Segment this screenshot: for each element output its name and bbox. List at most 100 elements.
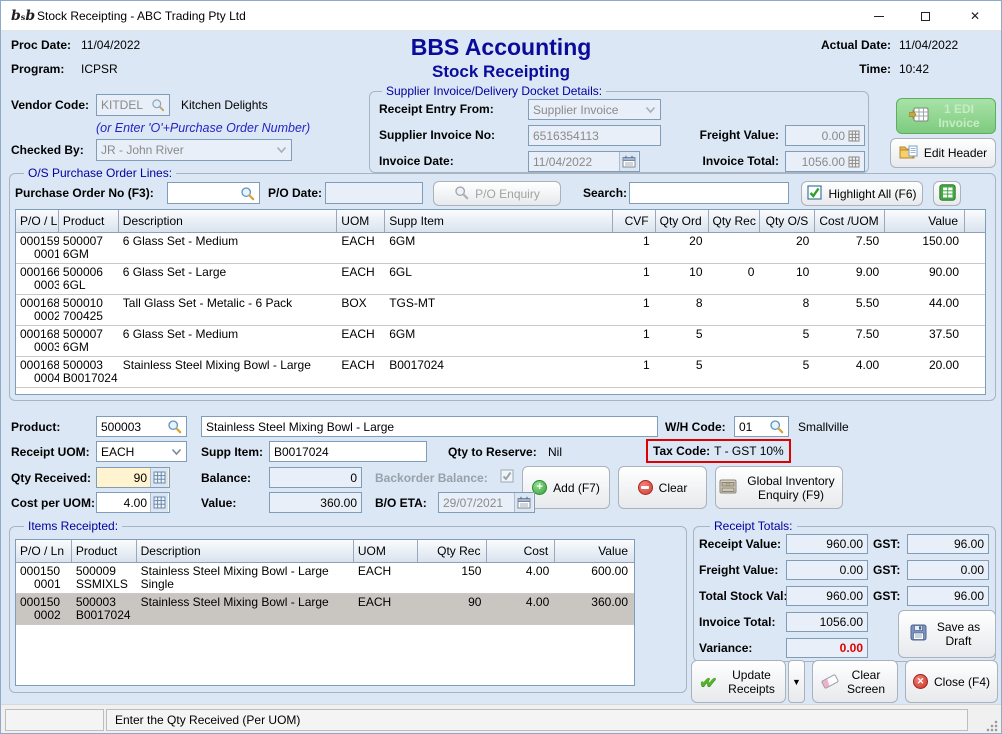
invoice-total-input[interactable]: 1056.00 — [785, 151, 865, 172]
status-message: Enter the Qty Received (Per UOM) — [115, 713, 300, 727]
col-po-ln[interactable]: P/O / Ln — [16, 210, 59, 232]
items-receipted-table: P/O / Ln Product Description UOM Qty Rec… — [15, 539, 635, 686]
col-qty-rec[interactable]: Qty Rec — [709, 210, 761, 232]
search-input[interactable] — [629, 182, 789, 204]
qty-to-reserve-value: Nil — [548, 445, 562, 459]
receipt-entry-from-select[interactable]: Supplier Invoice — [528, 99, 661, 120]
add-button[interactable]: + Add (F7) — [522, 466, 610, 509]
col-po-ln[interactable]: P/O / Ln — [16, 540, 72, 562]
col-value[interactable]: Value — [885, 210, 965, 232]
calculator-icon[interactable] — [150, 493, 168, 512]
invoice-total-field: 1056.00 — [786, 612, 868, 632]
col-uom[interactable]: UOM — [337, 210, 385, 232]
col-product[interactable]: Product — [59, 210, 119, 232]
receipt-value-label: Receipt Value: — [699, 537, 781, 551]
minimize-button[interactable] — [856, 1, 902, 31]
calendar-icon[interactable] — [514, 493, 533, 512]
search-icon[interactable] — [151, 98, 165, 112]
supp-item-input[interactable]: B0017024 — [269, 441, 427, 462]
chevron-down-icon — [171, 445, 182, 459]
export-excel-button[interactable] — [933, 181, 961, 206]
po-lines-table-header: P/O / Ln Product Description UOM Supp It… — [16, 210, 985, 233]
calculator-icon[interactable] — [848, 156, 860, 168]
product-input[interactable]: 500003 — [96, 416, 187, 437]
status-segment-left — [5, 709, 104, 731]
checked-by-label: Checked By: — [11, 143, 84, 157]
actual-date-label: Actual Date: — [791, 38, 891, 52]
col-filler — [965, 210, 985, 232]
search-icon[interactable] — [769, 419, 784, 434]
col-product[interactable]: Product — [72, 540, 137, 562]
wh-code-label: W/H Code: — [665, 420, 726, 434]
clear-button[interactable]: Clear — [618, 466, 707, 509]
product-description-field[interactable]: Stainless Steel Mixing Bowl - Large — [201, 416, 658, 437]
col-description[interactable]: Description — [119, 210, 338, 232]
col-supp-item[interactable]: Supp Item — [385, 210, 612, 232]
supp-item-label: Supp Item: — [201, 445, 263, 459]
table-row[interactable]: 0001680002 500010700425 Tall Glass Set -… — [16, 295, 985, 326]
gst-label: GST: — [873, 589, 900, 603]
edi-invoice-button[interactable]: 1 EDI Invoice — [896, 98, 996, 134]
table-row-selected[interactable]: 0001500002 500003B0017024 Stainless Stee… — [16, 594, 634, 625]
checked-by-select[interactable]: JR - John River — [96, 139, 292, 161]
wh-code-input[interactable]: 01 — [734, 416, 789, 437]
edit-header-button[interactable]: Edit Header — [890, 138, 996, 168]
time-value: 10:42 — [899, 62, 929, 76]
receipt-uom-select[interactable]: EACH — [96, 441, 187, 462]
table-row[interactable]: 0001590001 5000076GM 6 Glass Set - Mediu… — [16, 233, 985, 264]
freight-value-input[interactable]: 0.00 — [785, 125, 865, 146]
search-icon[interactable] — [167, 419, 182, 434]
calendar-icon[interactable] — [619, 152, 638, 171]
maximize-button[interactable] — [902, 1, 948, 31]
supplier-invoice-no-label: Supplier Invoice No: — [379, 128, 495, 142]
search-icon[interactable] — [240, 186, 255, 201]
supplier-invoice-no-input[interactable]: 6516354113 — [528, 125, 661, 146]
close-icon: ✕ — [970, 9, 980, 23]
po-enquiry-button[interactable]: P/O Enquiry — [433, 181, 561, 206]
double-check-icon: ✔✔ — [700, 674, 720, 690]
col-cvf[interactable]: CVF — [613, 210, 656, 232]
proc-date-label: Proc Date: — [11, 38, 71, 52]
col-cost-uom[interactable]: Cost /UOM — [815, 210, 885, 232]
variance-label: Variance: — [699, 641, 752, 655]
bo-eta-input[interactable]: 29/07/2021 — [438, 492, 535, 513]
save-as-draft-button[interactable]: Save as Draft — [898, 610, 996, 658]
invoice-date-input[interactable]: 11/04/2022 — [528, 151, 640, 172]
minus-icon — [638, 480, 653, 495]
gst-label: GST: — [873, 537, 900, 551]
po-date-input[interactable] — [325, 182, 423, 204]
calculator-icon[interactable] — [848, 130, 860, 142]
col-uom[interactable]: UOM — [354, 540, 418, 562]
supplier-docket-legend: Supplier Invoice/Delivery Docket Details… — [382, 84, 606, 98]
backorder-checkbox[interactable] — [500, 469, 514, 486]
chevron-down-icon — [645, 103, 656, 117]
clear-screen-button[interactable]: Clear Screen — [812, 660, 898, 703]
close-button[interactable]: ✕ — [948, 1, 1002, 31]
col-qty-rec[interactable]: Qty Rec — [418, 540, 488, 562]
table-row[interactable]: 0001680003 5000076GM 6 Glass Set - Mediu… — [16, 326, 985, 357]
col-cost[interactable]: Cost — [487, 540, 555, 562]
update-receipts-button[interactable]: ✔✔ Update Receipts — [691, 660, 786, 703]
table-row[interactable]: 0001660003 5000066GL 6 Glass Set - Large… — [16, 264, 985, 295]
calculator-icon[interactable] — [150, 468, 168, 487]
table-row[interactable]: 0001500001 500009SSMIXLS Stainless Steel… — [16, 563, 634, 594]
global-inventory-enquiry-button[interactable]: Global Inventory Enquiry (F9) — [715, 466, 843, 509]
close-f4-button[interactable]: ✕ Close (F4) — [905, 660, 998, 703]
freight-value-field: 0.00 — [786, 560, 868, 580]
col-value[interactable]: Value — [555, 540, 634, 562]
vendor-code-input[interactable]: KITDEL — [96, 94, 170, 116]
table-row[interactable]: 0001680004 500003B0017024 Stainless Stee… — [16, 357, 985, 388]
qty-received-input[interactable]: 90 — [96, 467, 170, 488]
col-qty-os[interactable]: Qty O/S — [760, 210, 815, 232]
cost-per-uom-input[interactable]: 4.00 — [96, 492, 170, 513]
resize-grip[interactable] — [986, 720, 998, 732]
col-description[interactable]: Description — [137, 540, 354, 562]
col-qty-ord[interactable]: Qty Ord — [656, 210, 709, 232]
search-icon — [454, 185, 469, 203]
highlight-all-button[interactable]: Highlight All (F6) — [801, 181, 923, 206]
proc-date-value: 11/04/2022 — [81, 38, 140, 52]
window-title: Stock Receipting - ABC Trading Pty Ltd — [37, 1, 246, 31]
po-lines-table: P/O / Ln Product Description UOM Supp It… — [15, 209, 986, 395]
update-receipts-dropdown-button[interactable]: ▼ — [788, 660, 805, 703]
po-no-input[interactable] — [167, 182, 260, 204]
